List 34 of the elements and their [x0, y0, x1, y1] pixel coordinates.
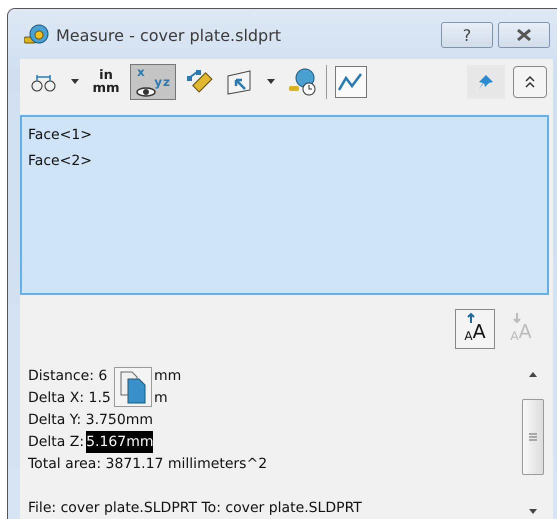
caret-icon[interactable] — [70, 79, 80, 85]
units-button[interactable]: in mm — [90, 64, 122, 100]
result-text: Distance: 6 — [28, 367, 108, 386]
result-text: Delta Z: — [28, 433, 84, 452]
arc-distance-icon — [31, 72, 57, 92]
scroll-down-icon[interactable] — [528, 509, 538, 515]
result-text: File: cover plate.SLDPRT To: cover plate.SLDPRT — [28, 499, 362, 518]
scroll-up-icon[interactable] — [528, 371, 538, 377]
close-button[interactable] — [498, 22, 550, 48]
window-title: Measure - cover plate.sldprt — [56, 26, 282, 44]
grip-icon — [529, 433, 537, 441]
caret-icon[interactable] — [266, 79, 276, 85]
result-text: Delta X: 1.5 — [28, 389, 112, 408]
chart-button[interactable] — [335, 66, 367, 98]
double-chevron-up-icon — [524, 75, 536, 89]
selection-item[interactable]: Face<1> — [28, 122, 92, 148]
copy-button[interactable] — [114, 367, 152, 407]
tape-measure-clock-icon — [287, 67, 317, 97]
pin-button[interactable] — [467, 65, 505, 99]
result-text: Total area: 3871.17 millimeters^2 — [28, 455, 268, 474]
selection-item[interactable]: Face<2> — [28, 148, 92, 174]
increase-text-size-button[interactable]: AA — [455, 309, 495, 349]
result-text: m — [154, 389, 168, 408]
help-button[interactable]: ? — [441, 22, 493, 48]
copy-icon — [118, 369, 148, 405]
eye-icon — [136, 87, 156, 97]
up-arrow-icon — [467, 313, 475, 323]
collapse-button[interactable] — [513, 66, 547, 98]
down-arrow-icon — [513, 313, 521, 323]
selected-result-text: 5.167mm — [86, 431, 154, 453]
result-text: mm — [154, 367, 182, 386]
close-icon — [515, 28, 533, 42]
selection-list[interactable]: Face<1> Face<2> — [20, 115, 549, 295]
result-text: Delta Y: 3.750mm — [28, 411, 154, 430]
